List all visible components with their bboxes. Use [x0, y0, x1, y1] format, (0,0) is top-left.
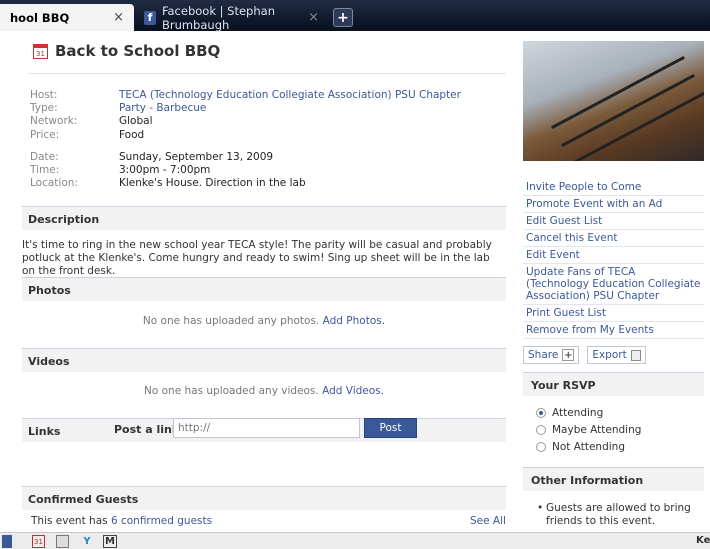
rsvp-option-label: Attending	[552, 406, 604, 419]
rsvp-options: Attending Maybe Attending Not Attending	[536, 404, 641, 455]
tab-label: Facebook | Stephan Brumbaugh	[161, 3, 275, 32]
videos-heading: Videos	[22, 348, 506, 372]
action-invite[interactable]: Invite People to Come	[523, 179, 704, 196]
tab-back-to-school-bbq[interactable]: hool BBQ ×	[0, 4, 134, 31]
time-label: Time:	[30, 164, 60, 177]
event-header: 31 Back to School BBQ	[33, 42, 220, 60]
plus-icon: +	[562, 349, 575, 361]
share-button[interactable]: Share +	[523, 346, 580, 364]
page-title: Back to School BBQ	[55, 42, 221, 60]
host-label: Host:	[30, 89, 58, 101]
guests-summary: This event has 6 confirmed guests	[31, 515, 212, 527]
price-value: Food	[119, 128, 145, 141]
other-info-bullet: Guests are allowed to bring friends to t…	[537, 502, 697, 528]
bookmark-icon[interactable]	[2, 535, 12, 548]
rsvp-heading: Your RSVP	[523, 372, 704, 396]
rsvp-not-attending[interactable]: Not Attending	[536, 438, 641, 455]
time-value: 3:00pm - 7:00pm	[119, 164, 211, 177]
radio-selected-icon[interactable]	[536, 407, 546, 418]
close-icon[interactable]: ×	[308, 10, 319, 25]
tab-label: hool BBQ	[10, 10, 70, 25]
photos-empty-message: No one has uploaded any photos. Add Phot…	[22, 315, 506, 327]
rsvp-option-label: Maybe Attending	[552, 423, 642, 436]
date-value: Sunday, September 13, 2009	[119, 151, 274, 163]
action-edit-event[interactable]: Edit Event	[523, 247, 704, 264]
add-videos-link[interactable]: Add Videos.	[322, 385, 384, 397]
new-tab-button[interactable]: +	[333, 8, 353, 27]
type-label: Type:	[30, 102, 58, 115]
tab-facebook-stephan[interactable]: f Facebook | Stephan Brumbaugh ×	[134, 3, 329, 32]
rsvp-maybe[interactable]: Maybe Attending	[536, 421, 641, 438]
facebook-icon: f	[144, 10, 156, 25]
browser-tab-bar: hool BBQ × f Facebook | Stephan Brumbaug…	[0, 0, 710, 32]
network-value: Global	[119, 115, 153, 128]
document-icon	[630, 349, 641, 361]
share-export-row: Share + Export	[523, 346, 646, 364]
photos-heading: Photos	[22, 277, 506, 301]
bottom-toolbar: 31 Y M Ke	[0, 532, 710, 549]
person-icon[interactable]: Y	[80, 535, 94, 548]
photos-empty-text: No one has uploaded any photos.	[142, 315, 320, 327]
location-value: Klenke's House. Direction in the lab	[119, 177, 306, 190]
taskbar-text: Ke	[696, 535, 710, 546]
confirmed-guests-heading: Confirmed Guests	[22, 486, 506, 510]
share-label: Share	[528, 349, 559, 361]
add-photos-link[interactable]: Add Photos.	[323, 315, 385, 327]
action-edit-guest-list[interactable]: Edit Guest List	[523, 213, 704, 230]
export-button[interactable]: Export	[587, 346, 646, 364]
event-time-block: Date: Sunday, September 13, 2009 Time: 3:0…	[30, 151, 306, 191]
divider	[28, 73, 506, 74]
videos-empty-text: No one has uploaded any videos.	[144, 385, 319, 397]
rsvp-attending[interactable]: Attending	[536, 404, 641, 421]
window-icon[interactable]	[56, 535, 69, 548]
export-label: Export	[592, 349, 627, 361]
videos-empty-message: No one has uploaded any videos. Add Vide…	[22, 385, 506, 397]
network-label: Network:	[30, 115, 78, 128]
action-cancel-event[interactable]: Cancel this Event	[523, 230, 704, 247]
price-label: Price:	[30, 128, 60, 141]
event-photo	[523, 41, 704, 161]
calendar-icon: 31	[33, 43, 48, 59]
post-button[interactable]: Post	[364, 418, 417, 438]
host-link[interactable]: TECA (Technology Education Collegiate As…	[119, 89, 461, 102]
other-info-heading: Other Information	[523, 467, 704, 491]
type-link[interactable]: Party - Barbecue	[119, 102, 206, 115]
date-label: Date:	[30, 151, 59, 163]
see-all-link[interactable]: See All	[470, 515, 506, 527]
radio-icon[interactable]	[536, 424, 546, 435]
action-update-fans[interactable]: Update Fans of TECA (Technology Educatio…	[523, 264, 704, 305]
description-heading: Description	[22, 206, 506, 230]
post-link-input[interactable]	[173, 418, 360, 438]
m-icon[interactable]: M	[103, 535, 117, 548]
location-label: Location:	[30, 177, 78, 190]
rsvp-option-label: Not Attending	[552, 440, 625, 453]
close-icon[interactable]: ×	[113, 10, 124, 25]
event-actions: Invite People to Come Promote Event with…	[523, 179, 704, 339]
post-link-row: Post a link: Post	[22, 418, 506, 442]
radio-icon[interactable]	[536, 441, 546, 452]
confirmed-guests-link[interactable]: 6 confirmed guests	[111, 515, 212, 527]
event-info-block: Host: TECA (Technology Education Collegia…	[30, 89, 461, 142]
guests-prefix: This event has	[31, 515, 108, 527]
calendar-icon[interactable]: 31	[32, 535, 45, 548]
description-text: It's time to ring in the new school year…	[22, 239, 492, 277]
action-remove-event[interactable]: Remove from My Events	[523, 322, 704, 339]
action-promote[interactable]: Promote Event with an Ad	[523, 196, 704, 213]
action-print-guest-list[interactable]: Print Guest List	[523, 305, 704, 322]
